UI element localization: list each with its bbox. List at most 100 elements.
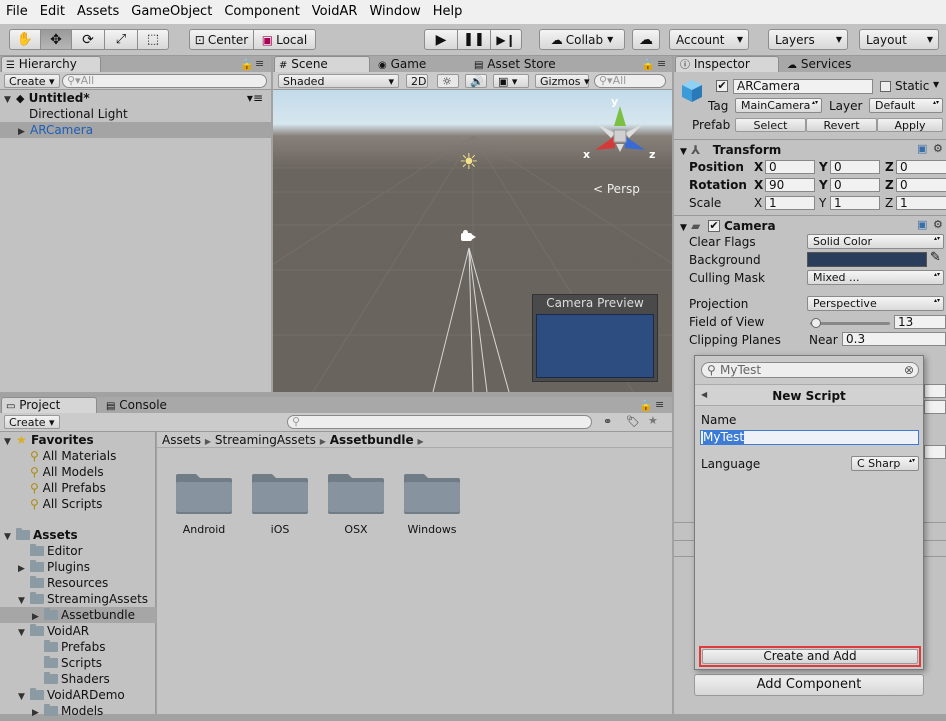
rotation-y-input[interactable]: 0 xyxy=(830,178,880,192)
breadcrumb-item[interactable]: StreamingAssets xyxy=(215,433,316,447)
gear-icon[interactable]: ⚙ xyxy=(933,218,943,231)
favorites-row[interactable]: ▼ ★ Favorites xyxy=(0,432,156,448)
folder-asset[interactable]: Android xyxy=(171,466,237,540)
scale-tool-button[interactable]: ⤢ xyxy=(104,29,138,50)
eyedropper-icon[interactable]: ✎ xyxy=(930,250,941,265)
effects-dropdown[interactable]: ▣ ▾ xyxy=(493,74,529,88)
camera-component-header[interactable]: ▼ ▰ xyxy=(680,219,700,235)
position-y-input[interactable]: 0 xyxy=(830,160,880,174)
fov-slider-track[interactable] xyxy=(810,318,890,328)
pivot-local-button[interactable]: ▣ Local xyxy=(253,29,316,50)
project-tree-item[interactable]: Prefabs xyxy=(0,639,156,655)
popup-search-input[interactable]: ⚲ MyTest ⊗ xyxy=(701,362,919,378)
project-tree-item[interactable]: Shaders xyxy=(0,671,156,687)
background-color-swatch[interactable] xyxy=(807,252,927,267)
layers-dropdown[interactable]: Layers ▼ xyxy=(768,29,848,50)
menu-voidar[interactable]: VoidAR xyxy=(306,0,364,24)
position-x-input[interactable]: 0 xyxy=(765,160,815,174)
rect-tool-button[interactable]: ⬚ xyxy=(137,29,169,50)
menu-component[interactable]: Component xyxy=(218,0,305,24)
directional-light-sun-icon[interactable]: ☀ xyxy=(459,150,479,175)
mode-2d-toggle[interactable]: 2D xyxy=(406,74,428,88)
panel-menu-icon[interactable]: ≡ xyxy=(255,57,264,70)
hierarchy-item-arcamera[interactable]: ▶ ARCamera xyxy=(0,122,271,138)
scale-z-input[interactable]: 1 xyxy=(896,196,946,210)
hidden-field[interactable] xyxy=(924,400,946,414)
rotation-x-input[interactable]: 90 xyxy=(765,178,815,192)
project-tree-item[interactable]: ▶ Plugins xyxy=(0,559,156,575)
hierarchy-create-button[interactable]: Create ▾ xyxy=(4,74,60,88)
scene-root-row[interactable]: ▼ ◆ Untitled* ▾≡ xyxy=(0,90,271,106)
pause-button[interactable]: ❚❚ xyxy=(457,29,491,50)
script-name-input[interactable]: MyTest xyxy=(700,430,919,445)
panel-menu-icon[interactable]: ≡ xyxy=(655,398,664,411)
play-button[interactable]: ▶ xyxy=(424,29,458,50)
pivot-center-button[interactable]: ⊡ Center xyxy=(189,29,254,50)
rotation-z-input[interactable]: 0 xyxy=(896,178,946,192)
help-book-icon[interactable]: ▣ xyxy=(917,218,927,231)
scale-y-input[interactable]: 1 xyxy=(830,196,880,210)
project-create-button[interactable]: Create ▾ xyxy=(4,415,60,429)
project-tree-item[interactable]: Scripts xyxy=(0,655,156,671)
lock-icon[interactable]: 🔒 xyxy=(641,58,655,71)
gear-icon[interactable]: ⚙ xyxy=(933,142,943,155)
tab-scene[interactable]: # Scene xyxy=(274,56,370,72)
active-checkbox[interactable]: ✔ xyxy=(716,80,728,92)
scene-viewport[interactable]: ☀ y x z < Persp Camera Preview xyxy=(273,90,672,392)
clear-search-icon[interactable]: ⊗ xyxy=(904,363,914,377)
folder-asset[interactable]: Windows xyxy=(399,466,465,540)
near-input[interactable]: 0.3 xyxy=(842,332,946,346)
object-name-input[interactable]: ARCamera xyxy=(733,79,873,94)
favorite-item[interactable]: ⚲ All Materials xyxy=(0,448,156,464)
panel-menu-icon[interactable]: ≡ xyxy=(657,57,666,70)
help-book-icon[interactable]: ▣ xyxy=(917,142,927,155)
menu-help[interactable]: Help xyxy=(427,0,469,24)
gizmos-dropdown[interactable]: Gizmos ▾ xyxy=(535,74,590,88)
audio-toggle[interactable]: 🔊 xyxy=(465,74,487,88)
static-checkbox[interactable] xyxy=(880,81,891,92)
hierarchy-search-input[interactable]: ⚲▾All xyxy=(62,74,267,88)
hidden-field[interactable] xyxy=(924,384,946,398)
project-search-input[interactable]: ⚲ xyxy=(287,415,592,429)
layout-dropdown[interactable]: Layout ▼ xyxy=(859,29,939,50)
menu-assets[interactable]: Assets xyxy=(71,0,125,24)
menu-file[interactable]: File xyxy=(0,0,34,24)
position-z-input[interactable]: 0 xyxy=(896,160,946,174)
assets-root-row[interactable]: ▼ Assets xyxy=(0,527,156,543)
camera-enabled-checkbox[interactable]: ✔ xyxy=(708,220,720,232)
panel-menu-icon[interactable]: ▾≡ xyxy=(247,90,263,106)
lighting-toggle[interactable]: ☼ xyxy=(437,74,459,88)
project-tree-item[interactable]: ▶ Assetbundle xyxy=(0,607,156,623)
chevron-down-icon[interactable]: ▼ xyxy=(933,80,939,89)
breadcrumb-item[interactable]: Assetbundle xyxy=(330,433,414,447)
folder-asset[interactable]: OSX xyxy=(323,466,389,540)
favorite-item[interactable]: ⚲ All Models xyxy=(0,464,156,480)
filter-label-icon[interactable]: 🏷 xyxy=(626,415,640,428)
project-tree-item[interactable]: Editor xyxy=(0,543,156,559)
project-tree-item[interactable]: ▼ StreamingAssets xyxy=(0,591,156,607)
hierarchy-item-directional-light[interactable]: Directional Light xyxy=(0,106,271,122)
project-tree-item[interactable]: Resources xyxy=(0,575,156,591)
tab-project[interactable]: ▭ Project xyxy=(1,397,97,413)
culling-mask-dropdown[interactable]: Mixed ... xyxy=(807,270,944,285)
step-button[interactable]: ▶❙ xyxy=(490,29,522,50)
projection-dropdown[interactable]: Perspective xyxy=(807,296,944,311)
tab-game[interactable]: ◉ Game xyxy=(373,56,467,72)
persp-label[interactable]: < Persp xyxy=(593,182,640,196)
collab-dropdown[interactable]: ☁ Collab ▼ xyxy=(539,29,625,50)
menu-window[interactable]: Window xyxy=(363,0,426,24)
shading-mode-dropdown[interactable]: Shaded ▾ xyxy=(278,74,399,88)
add-component-button[interactable]: Add Component xyxy=(694,674,924,696)
tab-inspector[interactable]: ⓘ Inspector xyxy=(675,56,779,72)
orientation-gizmo[interactable]: y x z xyxy=(581,92,671,172)
hidden-field[interactable] xyxy=(924,445,946,459)
menu-gameobject[interactable]: GameObject xyxy=(125,0,218,24)
cloud-services-button[interactable]: ☁ xyxy=(632,29,660,50)
tab-console[interactable]: ▤ Console xyxy=(101,397,197,413)
layer-dropdown[interactable]: Default xyxy=(869,98,943,113)
breadcrumb-item[interactable]: Assets xyxy=(162,433,201,447)
camera-gizmo-icon[interactable] xyxy=(459,230,477,242)
filter-type-icon[interactable]: ⚭ xyxy=(603,415,612,428)
folder-asset[interactable]: iOS xyxy=(247,466,313,540)
scale-x-input[interactable]: 1 xyxy=(765,196,815,210)
